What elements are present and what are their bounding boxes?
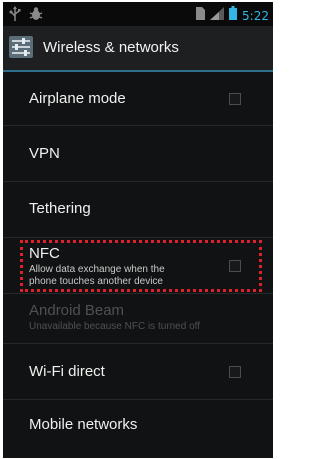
battery-icon bbox=[229, 6, 238, 25]
tethering-item[interactable]: Tethering bbox=[3, 182, 273, 238]
sim-icon bbox=[196, 6, 206, 25]
wifi-direct-item[interactable]: Wi-Fi direct bbox=[3, 344, 273, 400]
phone-screen: 5:22 Wireless & networks Airplane mode V… bbox=[3, 2, 273, 458]
status-time: 5:22 bbox=[242, 8, 269, 23]
nfc-item[interactable]: NFC Allow data exchange when the phone t… bbox=[3, 238, 273, 294]
nfc-summary-line2: phone touches another device bbox=[29, 276, 163, 287]
status-bar: 5:22 bbox=[3, 2, 273, 26]
nfc-title: NFC bbox=[29, 245, 60, 262]
airplane-mode-title: Airplane mode bbox=[29, 90, 126, 107]
vpn-title: VPN bbox=[29, 145, 60, 162]
settings-app-icon[interactable] bbox=[9, 36, 33, 58]
status-right-icons: 5:22 bbox=[196, 6, 269, 25]
tethering-title: Tethering bbox=[29, 200, 91, 217]
settings-list: Airplane mode VPN Tethering NFC Allow da… bbox=[3, 72, 273, 456]
airplane-mode-checkbox[interactable] bbox=[229, 93, 241, 105]
wifi-direct-title: Wi-Fi direct bbox=[29, 363, 105, 380]
mobile-networks-item[interactable]: Mobile networks bbox=[3, 400, 273, 456]
mobile-networks-title: Mobile networks bbox=[29, 416, 138, 433]
nfc-checkbox[interactable] bbox=[229, 260, 241, 272]
usb-icon bbox=[9, 6, 21, 27]
nfc-summary-line1: Allow data exchange when the bbox=[29, 264, 165, 275]
status-left-icons bbox=[9, 6, 43, 27]
wifi-direct-checkbox[interactable] bbox=[229, 366, 241, 378]
debug-icon bbox=[29, 6, 43, 27]
signal-icon bbox=[210, 6, 225, 25]
action-bar: Wireless & networks bbox=[3, 26, 273, 72]
airplane-mode-item[interactable]: Airplane mode bbox=[3, 72, 273, 126]
android-beam-item: Android Beam Unavailable because NFC is … bbox=[3, 294, 273, 344]
page-title: Wireless & networks bbox=[43, 39, 179, 56]
android-beam-title: Android Beam bbox=[29, 302, 125, 319]
vpn-item[interactable]: VPN bbox=[3, 126, 273, 182]
android-beam-summary: Unavailable because NFC is turned off bbox=[29, 321, 201, 332]
